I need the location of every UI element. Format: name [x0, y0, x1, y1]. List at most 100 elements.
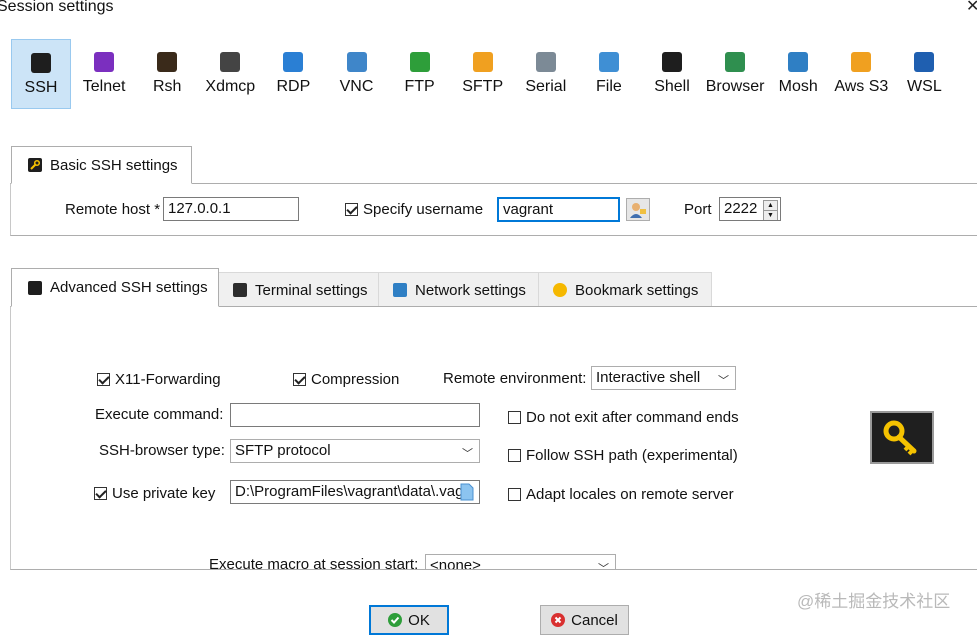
protocol-label: Rsh: [152, 78, 182, 95]
protocol-mosh[interactable]: Mosh: [768, 39, 828, 109]
select-value: Interactive shell: [596, 369, 701, 386]
tab-bookmark-settings[interactable]: Bookmark settings: [538, 272, 712, 307]
cancel-icon: [551, 613, 566, 627]
aws-s3-icon: [851, 52, 872, 72]
watermark-text: @稀土掘金技术社区: [797, 592, 951, 611]
protocol-rdp[interactable]: RDP: [263, 39, 323, 109]
checkbox-box[interactable]: [293, 373, 306, 386]
private-key-input[interactable]: D:\ProgramFiles\vagrant\data\.vag: [230, 480, 480, 504]
ssh-browser-type-select[interactable]: SFTP protocol ﹀: [230, 439, 480, 463]
protocol-vnc[interactable]: VNC: [327, 39, 387, 109]
sftp-icon: [472, 52, 493, 72]
protocol-label: Browser: [705, 78, 765, 95]
rsh-icon: [157, 52, 178, 72]
spin-down-icon[interactable]: ▼: [763, 210, 778, 220]
protocol-label: SFTP: [462, 78, 504, 95]
browser-icon: [725, 52, 746, 72]
checkbox-label: Use private key: [112, 485, 216, 502]
ssh-key-icon: [870, 411, 934, 464]
tab-label: Basic SSH settings: [50, 156, 178, 174]
protocol-ssh[interactable]: SSH: [11, 39, 71, 109]
user-manager-button[interactable]: [626, 198, 650, 221]
protocol-file[interactable]: File: [579, 39, 639, 109]
specify-username-checkbox[interactable]: Specify username: [345, 201, 483, 218]
checkbox-box[interactable]: [97, 373, 110, 386]
check-icon: [388, 613, 403, 627]
wrench-icon: [28, 280, 42, 295]
tab-terminal-settings[interactable]: Terminal settings: [218, 272, 379, 307]
execute-command-input[interactable]: [230, 403, 480, 427]
protocol-label: Aws S3: [834, 78, 889, 95]
protocol-telnet[interactable]: Telnet: [74, 39, 134, 109]
tab-label: Terminal settings: [255, 281, 368, 299]
x11-forwarding-checkbox[interactable]: X11-Forwarding: [97, 371, 221, 388]
remote-host-input[interactable]: 127.0.0.1: [163, 197, 299, 221]
checkbox-box[interactable]: [508, 411, 521, 424]
wsl-icon: [914, 52, 935, 72]
tab-label: Network settings: [415, 281, 526, 299]
ok-button[interactable]: OK: [369, 605, 449, 635]
protocol-label: Telnet: [82, 78, 126, 95]
use-private-key-checkbox[interactable]: Use private key: [94, 485, 215, 502]
protocol-rsh[interactable]: Rsh: [137, 39, 197, 109]
protocol-label: RDP: [276, 78, 311, 95]
adapt-locales-checkbox[interactable]: Adapt locales on remote server: [508, 486, 734, 503]
ssh-browser-type-label: SSH-browser type:: [99, 442, 225, 459]
checkbox-box[interactable]: [508, 488, 521, 501]
ftp-icon: [409, 52, 430, 72]
protocol-aws-s3[interactable]: Aws S3: [831, 39, 891, 109]
remote-environment-select[interactable]: Interactive shell ﹀: [591, 366, 736, 390]
protocol-sftp[interactable]: SFTP: [453, 39, 513, 109]
advanced-settings-panel: [10, 306, 977, 570]
checkbox-box[interactable]: [94, 487, 107, 500]
port-value: 2222: [724, 200, 758, 217]
vnc-icon: [346, 52, 367, 72]
xdmcp-icon: [220, 52, 241, 72]
serial-icon: [535, 52, 556, 72]
macro-select[interactable]: <none> ﹀: [425, 554, 616, 569]
shell-icon: [662, 52, 682, 72]
file-browse-icon[interactable]: [460, 483, 474, 503]
macro-row-clip: Execute macro at session start: <none> ﹀: [200, 550, 630, 569]
tab-network-settings[interactable]: Network settings: [378, 272, 539, 307]
telnet-icon: [94, 52, 115, 72]
tab-label: Advanced SSH settings: [50, 279, 208, 296]
protocol-label: Shell: [654, 78, 690, 95]
chevron-down-icon: ﹀: [598, 563, 609, 569]
port-spinner[interactable]: 2222 ▲ ▼: [719, 197, 781, 221]
checkbox-label: Compression: [311, 371, 400, 388]
checkbox-box[interactable]: [508, 449, 521, 462]
protocol-label: SSH: [24, 79, 58, 96]
protocol-xdmcp[interactable]: Xdmcp: [200, 39, 260, 109]
follow-ssh-path-checkbox[interactable]: Follow SSH path (experimental): [508, 447, 738, 464]
do-not-exit-checkbox[interactable]: Do not exit after command ends: [508, 409, 739, 426]
chevron-down-icon: ﹀: [718, 375, 729, 387]
compression-checkbox[interactable]: Compression: [293, 371, 399, 388]
checkbox-box[interactable]: [345, 203, 358, 216]
protocol-wsl[interactable]: WSL: [894, 39, 954, 109]
user-icon: [627, 203, 649, 224]
cancel-button[interactable]: Cancel: [540, 605, 629, 635]
protocol-label: VNC: [339, 78, 374, 95]
tab-advanced-ssh-settings[interactable]: Advanced SSH settings: [11, 268, 219, 307]
mosh-icon: [788, 52, 809, 72]
tab-basic-ssh-settings[interactable]: Basic SSH settings: [11, 146, 192, 184]
star-icon: [553, 283, 567, 297]
protocol-shell[interactable]: Shell: [642, 39, 702, 109]
protocol-ftp[interactable]: FTP: [390, 39, 450, 109]
protocol-browser[interactable]: Browser: [705, 39, 765, 109]
checkbox-label: Follow SSH path (experimental): [526, 447, 738, 464]
checkbox-label: Do not exit after command ends: [526, 409, 739, 426]
username-input[interactable]: vagrant: [497, 197, 620, 222]
protocol-label: Xdmcp: [205, 78, 256, 95]
protocol-serial[interactable]: Serial: [516, 39, 576, 109]
protocol-label: FTP: [404, 78, 435, 95]
checkbox-label: Adapt locales on remote server: [526, 486, 734, 503]
protocol-label: File: [596, 78, 622, 95]
protocol-label: WSL: [907, 78, 942, 95]
close-icon[interactable]: ✕: [966, 0, 977, 16]
select-value: SFTP protocol: [235, 442, 331, 459]
private-key-path: D:\ProgramFiles\vagrant\data\.vag: [235, 483, 464, 500]
window-title: Session settings: [0, 0, 114, 15]
remote-host-label: Remote host *: [65, 201, 161, 218]
